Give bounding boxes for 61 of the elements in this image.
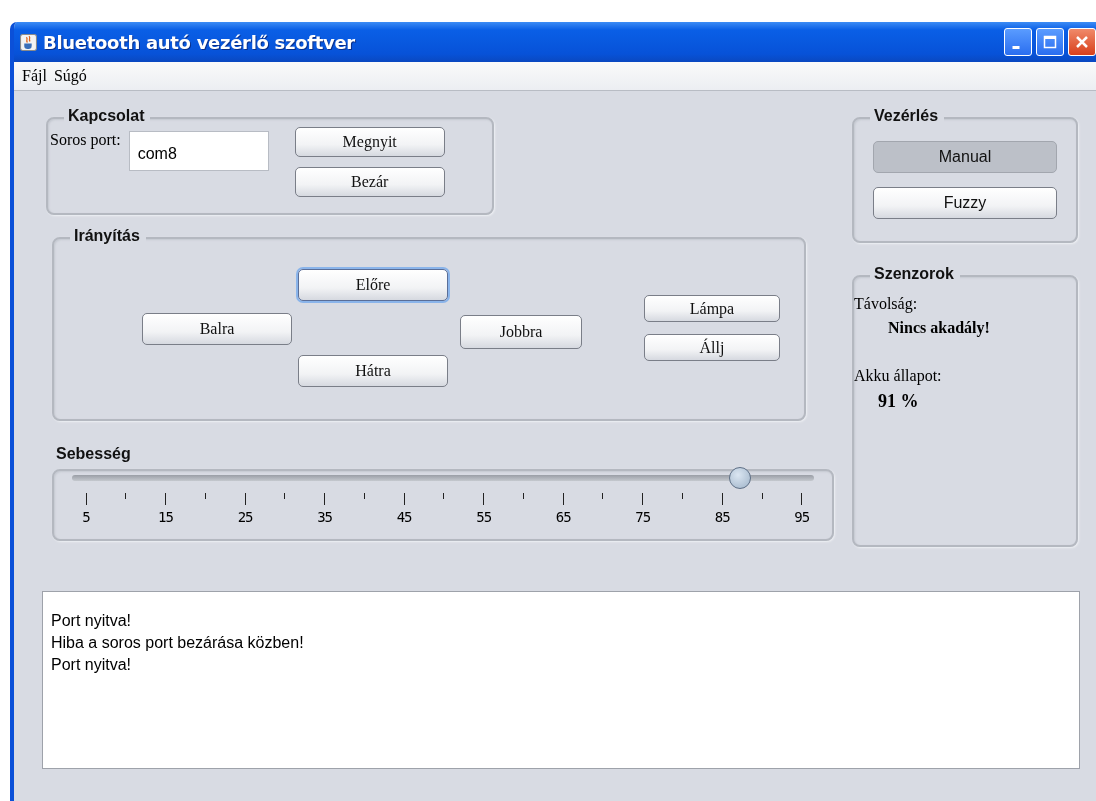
battery-value: 91 % xyxy=(878,391,920,412)
java-cup-icon xyxy=(20,33,37,51)
tick-label: 25 xyxy=(237,509,253,525)
tick-label: 55 xyxy=(476,509,492,525)
direction-button[interactable]: Hátra xyxy=(298,355,448,387)
direction-button[interactable]: Balra xyxy=(142,313,292,345)
tick-label: 35 xyxy=(317,509,332,525)
tick-mark xyxy=(284,493,286,499)
tick-mark xyxy=(244,493,246,505)
log-line: Port nyitva! xyxy=(51,612,132,630)
tick-label: 15 xyxy=(158,509,173,525)
tick-mark xyxy=(642,493,644,505)
tick-label: 65 xyxy=(555,509,571,525)
tick-label: 5 xyxy=(82,509,90,525)
tick-mark xyxy=(562,493,564,505)
menu-item[interactable]: Fájl xyxy=(22,67,47,85)
window-title: Bluetooth autó vezérlő szoftver xyxy=(43,31,355,53)
tick-mark xyxy=(761,493,763,499)
connection-button[interactable]: Bezár xyxy=(294,167,445,197)
tick-mark xyxy=(204,493,206,499)
tick-mark xyxy=(85,493,87,505)
distance-label: Távolság: xyxy=(854,295,919,313)
log-area[interactable]: Port nyitva! Hiba a soros port bezárása közben! Port nyitva! xyxy=(42,591,1080,769)
battery-label: Akku állapot: xyxy=(854,367,943,385)
tick-mark xyxy=(403,493,405,505)
port-field[interactable]: com8 xyxy=(128,131,269,171)
slider-label: Sebesség xyxy=(56,445,131,463)
tick-mark xyxy=(324,493,326,505)
panel-title: Irányítás xyxy=(70,227,146,245)
menu-item[interactable]: Súgó xyxy=(53,67,87,85)
tick-mark xyxy=(522,493,524,499)
tick-mark xyxy=(721,493,723,505)
tick-label: 75 xyxy=(635,509,651,525)
tick-label: 95 xyxy=(794,509,810,525)
port-label: Soros port: xyxy=(50,131,121,151)
slider-thumb[interactable] xyxy=(728,467,751,489)
maximize-button[interactable] xyxy=(1036,28,1064,56)
tick-label: 85 xyxy=(714,509,730,525)
direction-button[interactable]: Jobbra xyxy=(460,315,582,349)
tick-mark xyxy=(682,493,683,499)
distance-value: Nincs akadály! xyxy=(888,319,991,337)
minimize-button[interactable] xyxy=(1004,28,1032,56)
log-line: Port nyitva! xyxy=(51,656,132,674)
tick-mark xyxy=(125,493,127,499)
tick-mark xyxy=(165,493,167,505)
direction-button[interactable]: Lámpa xyxy=(644,295,780,322)
mode-toggle-button[interactable]: Fuzzy xyxy=(873,187,1057,219)
direction-button[interactable]: Előre xyxy=(298,269,448,301)
direction-button[interactable]: Állj xyxy=(644,334,780,361)
connection-button[interactable]: Megnyit xyxy=(294,127,445,157)
mode-toggle-button[interactable]: Manual xyxy=(873,141,1057,173)
close-button[interactable] xyxy=(1068,28,1096,56)
minimize-icon xyxy=(1012,45,1020,49)
tick-mark xyxy=(443,493,445,499)
tick-mark xyxy=(483,493,485,505)
tick-mark xyxy=(602,493,604,499)
tick-mark xyxy=(363,493,365,499)
panel-title: Kapcsolat xyxy=(64,107,151,125)
tick-label: 45 xyxy=(396,509,412,525)
log-line: Hiba a soros port bezárása közben! xyxy=(51,634,304,652)
tick-mark xyxy=(801,493,803,505)
